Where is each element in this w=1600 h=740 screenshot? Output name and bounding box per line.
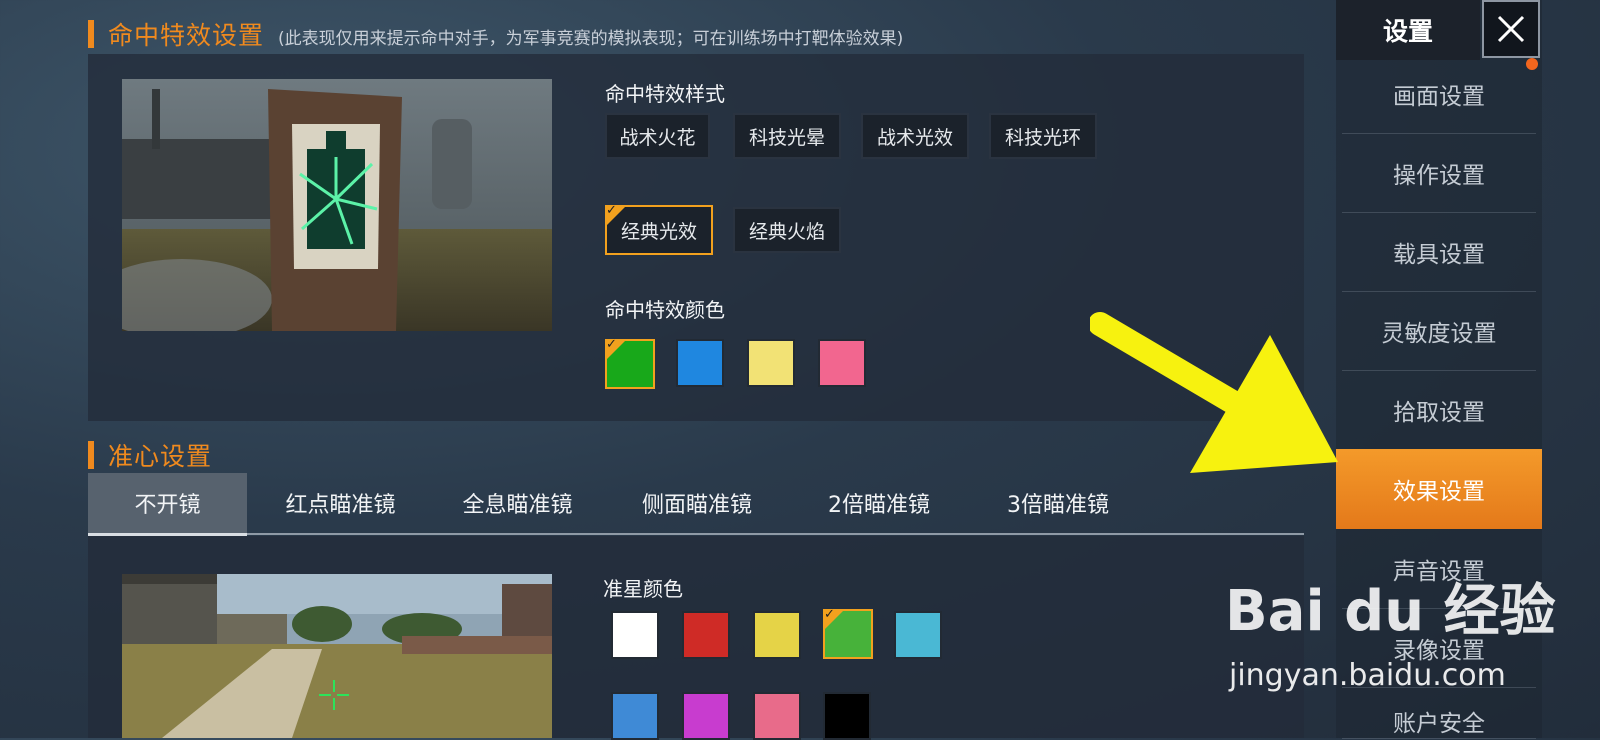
tab-holographic[interactable]: 全息瞄准镜 (435, 473, 600, 533)
sidebar-item-effects[interactable]: 效果设置 (1336, 449, 1542, 529)
sidebar-title: 设置 (1336, 0, 1480, 60)
selected-check-icon (605, 337, 627, 361)
yellow-arrow-icon (1090, 312, 1338, 473)
sidebar-item-label: 画面设置 (1393, 83, 1485, 110)
style-option-tactical-glow[interactable]: 战术光效 (861, 113, 969, 159)
scope-tabs: 不开镜 红点瞄准镜 全息瞄准镜 侧面瞄准镜 2倍瞄准镜 3倍瞄准镜 (88, 473, 1304, 536)
hit-color-pink[interactable] (818, 339, 866, 387)
crosshair-color-green[interactable] (823, 607, 873, 659)
selected-check-icon (605, 203, 627, 227)
watermark-brand: Bai du 经验 (1225, 579, 1556, 644)
crosshair-color-black[interactable] (823, 692, 871, 740)
option-label: 科技光晕 (748, 126, 825, 149)
tab-no-scope[interactable]: 不开镜 (88, 473, 247, 536)
hit-style-label: 命中特效样式 (605, 82, 725, 106)
hit-color-blue[interactable] (676, 339, 724, 387)
section-marker (88, 441, 94, 469)
tab-label: 红点瞄准镜 (285, 493, 396, 518)
sidebar-item-label: 拾取设置 (1393, 399, 1485, 426)
tab-label: 3倍瞄准镜 (1007, 493, 1109, 518)
tab-label: 2倍瞄准镜 (828, 493, 930, 518)
style-option-tech-halo[interactable]: 科技光晕 (733, 113, 841, 159)
crosshair-color-red[interactable] (682, 611, 730, 659)
crosshair-color-pink[interactable] (753, 692, 801, 740)
tab-red-dot[interactable]: 红点瞄准镜 (258, 473, 423, 533)
sidebar-item-pickup[interactable]: 拾取设置 (1342, 370, 1536, 450)
hit-effect-note: (此表现仅用来提示命中对手，为军事竞赛的模拟表现；可在训练场中打靶体验效果) (278, 29, 904, 49)
hit-color-label: 命中特效颜色 (605, 298, 725, 322)
close-button[interactable] (1482, 0, 1540, 58)
option-label: 战术火花 (619, 126, 696, 149)
tab-label: 全息瞄准镜 (462, 493, 573, 518)
option-label: 经典火焰 (748, 220, 825, 243)
sidebar-item-label: 操作设置 (1393, 162, 1485, 189)
crosshair-title: 准心设置 (108, 442, 213, 471)
crosshair-preview-image (122, 574, 552, 738)
sidebar-item-label: 灵敏度设置 (1381, 320, 1497, 347)
sidebar-item-label: 载具设置 (1393, 241, 1485, 268)
sidebar-item-label: 效果设置 (1393, 479, 1485, 505)
crosshair-color-yellow[interactable] (753, 611, 801, 659)
tab-label: 侧面瞄准镜 (641, 493, 752, 518)
sidebar-item-label: 账户安全 (1393, 711, 1485, 737)
tab-3x-scope[interactable]: 3倍瞄准镜 (973, 473, 1143, 533)
style-option-tactical-spark[interactable]: 战术火花 (605, 113, 710, 159)
sidebar-item-controls[interactable]: 操作设置 (1342, 133, 1536, 213)
crosshair-color-label: 准星颜色 (603, 577, 683, 601)
close-icon (1497, 15, 1525, 43)
crosshair-color-white[interactable] (611, 611, 659, 659)
sidebar-item-display[interactable]: 画面设置 (1342, 54, 1536, 134)
baidu-watermark: Bai du 经验 jingyan.baidu.com (1225, 566, 1565, 706)
option-label: 经典光效 (620, 220, 697, 243)
crosshair-color-purple[interactable] (682, 692, 730, 740)
hit-color-yellow[interactable] (747, 339, 795, 387)
hit-color-green[interactable] (605, 337, 655, 389)
option-label: 战术光效 (876, 126, 953, 149)
tab-label: 不开镜 (134, 493, 201, 518)
section-marker (88, 20, 94, 48)
sidebar-item-vehicle[interactable]: 载具设置 (1342, 212, 1536, 292)
tab-side-scope[interactable]: 侧面瞄准镜 (612, 473, 782, 533)
option-label: 科技光环 (1004, 126, 1081, 149)
hit-effect-preview-image (122, 79, 552, 331)
style-option-classic-flame[interactable]: 经典火焰 (733, 207, 841, 253)
style-option-classic-glow[interactable]: 经典光效 (605, 203, 713, 255)
watermark-url: jingyan.baidu.com (1229, 658, 1506, 693)
crosshair-header: 准心设置 (88, 437, 212, 473)
tab-2x-scope[interactable]: 2倍瞄准镜 (794, 473, 964, 533)
crosshair-color-cyan[interactable] (894, 611, 942, 659)
sidebar-item-sensitivity[interactable]: 灵敏度设置 (1342, 291, 1536, 371)
hit-effect-header: 命中特效设置 (此表现仅用来提示命中对手，为军事竞赛的模拟表现；可在训练场中打靶… (88, 16, 903, 52)
hit-effect-title: 命中特效设置 (108, 21, 265, 50)
crosshair-color-blue[interactable] (611, 692, 659, 740)
selected-check-icon (823, 607, 845, 631)
style-option-tech-ring[interactable]: 科技光环 (989, 113, 1097, 159)
